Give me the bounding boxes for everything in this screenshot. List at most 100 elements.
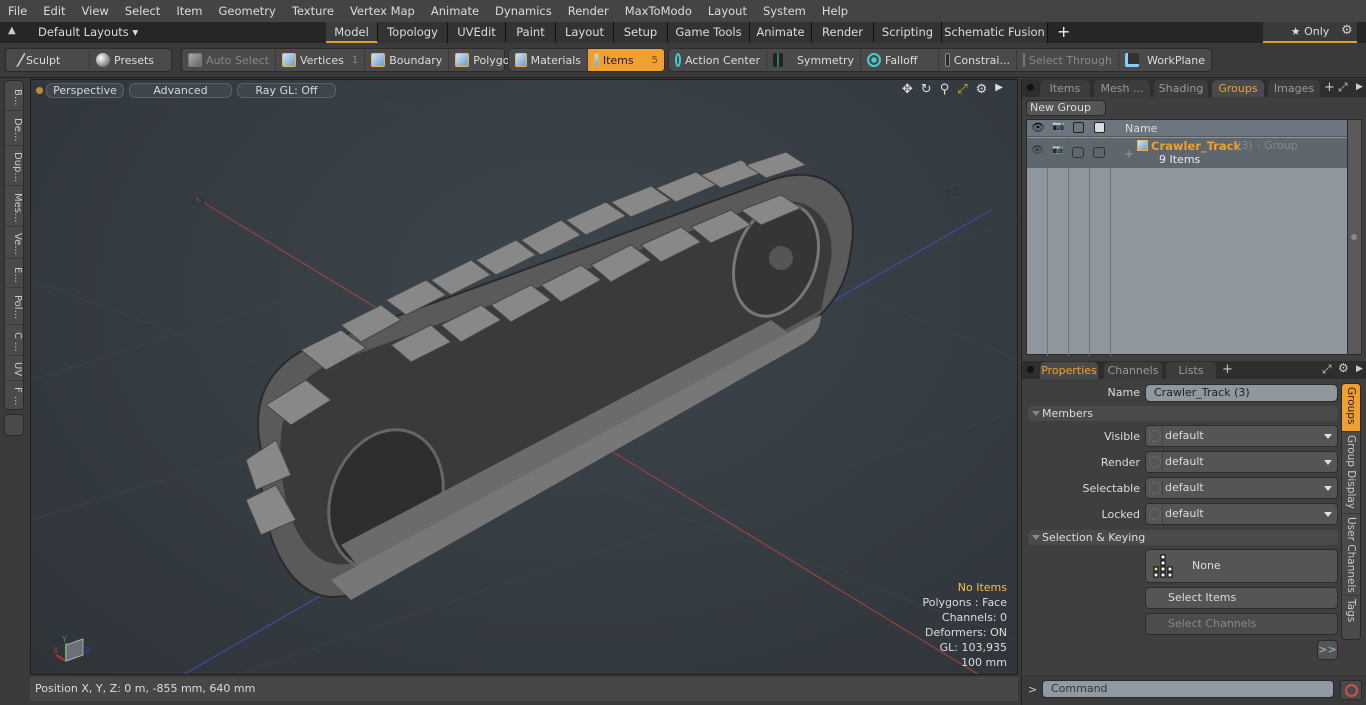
selection-keying-section[interactable]: Selection & Keying xyxy=(1028,530,1338,545)
left-tab-8[interactable]: C ... xyxy=(5,325,23,356)
auto-select-button[interactable]: Auto Select xyxy=(182,49,276,71)
tab-game-tools[interactable]: Game Tools xyxy=(668,22,750,43)
panel-arrow-icon[interactable]: ▶ xyxy=(1356,364,1363,374)
add-tab-icon[interactable]: + xyxy=(1324,80,1335,95)
lock-column-icon[interactable] xyxy=(1094,122,1105,133)
left-tab-1[interactable]: B... xyxy=(5,81,23,111)
add-tab-button[interactable]: + xyxy=(1057,22,1070,42)
viewport-menu-dot[interactable] xyxy=(36,87,43,94)
materials-button[interactable]: Materials xyxy=(509,49,588,71)
visibility-toggle-icon[interactable]: 👁 xyxy=(1031,145,1044,156)
advanced-button[interactable]: Advanced xyxy=(129,83,232,98)
side-tab-user-channels[interactable]: User Channels xyxy=(1342,514,1360,596)
tab-model[interactable]: Model xyxy=(326,22,378,43)
symmetry-button[interactable]: Symmetry xyxy=(767,49,861,71)
side-tab-groups[interactable]: Groups xyxy=(1342,384,1360,432)
menu-edit[interactable]: Edit xyxy=(35,4,73,18)
lock-toggle[interactable] xyxy=(1093,147,1105,158)
left-tab-3[interactable]: Dup... xyxy=(5,146,23,186)
items-button[interactable]: Items 5 xyxy=(588,49,664,71)
3d-viewport[interactable]: +X +Z Perspective Advanced Ray GL: Off ✥… xyxy=(30,79,1018,675)
left-tab-7[interactable]: Pol... xyxy=(5,288,23,325)
members-section[interactable]: Members xyxy=(1028,406,1338,421)
action-center-button[interactable]: Action Center xyxy=(669,49,767,71)
layout-select[interactable]: Default Layouts ▾ xyxy=(38,25,138,39)
new-group-button[interactable]: New Group xyxy=(1026,100,1106,116)
tab-schematic-fusion[interactable]: Schematic Fusion xyxy=(942,22,1048,43)
properties-gear-icon[interactable]: ⚙ xyxy=(1338,361,1349,375)
tab-shading[interactable]: Shading xyxy=(1154,80,1208,97)
group-row[interactable]: 👁 📷 + Crawler_Track (3) : Group 9 Items xyxy=(1027,138,1347,168)
tab-setup[interactable]: Setup xyxy=(614,22,668,43)
select-items-button[interactable]: Select Items xyxy=(1145,587,1338,609)
select-channels-button[interactable]: Select Channels xyxy=(1145,613,1338,635)
sculpt-button[interactable]: Sculpt xyxy=(6,49,90,71)
menu-texture[interactable]: Texture xyxy=(284,4,342,18)
tab-scripting[interactable]: Scripting xyxy=(874,22,942,43)
tab-topology[interactable]: Topology xyxy=(378,22,448,43)
tab-uvedit[interactable]: UVEdit xyxy=(448,22,506,43)
rotate-view-icon[interactable]: ↻ xyxy=(921,82,932,97)
menu-dynamics[interactable]: Dynamics xyxy=(487,4,560,18)
locked-select[interactable]: default xyxy=(1145,503,1338,525)
render-toggle-icon[interactable]: 📷 xyxy=(1052,145,1063,155)
select-column-icon[interactable] xyxy=(1073,122,1084,133)
tab-items[interactable]: Items xyxy=(1040,80,1090,97)
side-tab-group-display[interactable]: Group Display xyxy=(1342,432,1360,514)
falloff-button[interactable]: Falloff xyxy=(861,49,939,71)
tab-images[interactable]: Images xyxy=(1268,80,1320,97)
scroll-handle[interactable] xyxy=(1351,234,1357,240)
panel-menu-dot[interactable] xyxy=(1027,84,1034,91)
select-through-button[interactable]: Select Through xyxy=(1017,49,1119,71)
menu-maxtomodo[interactable]: MaxToModo xyxy=(617,4,700,18)
viewport-gear-icon[interactable]: ⚙ xyxy=(976,82,988,97)
menu-select[interactable]: Select xyxy=(117,4,168,18)
groups-scrollbar[interactable] xyxy=(1348,119,1362,355)
menu-system[interactable]: System xyxy=(755,4,814,18)
render-column-icon[interactable]: 📷 xyxy=(1052,121,1064,132)
constraints-button[interactable]: Constrai... xyxy=(939,49,1017,71)
add-tab-icon[interactable]: + xyxy=(1222,362,1233,377)
menu-item[interactable]: Item xyxy=(168,4,210,18)
expand-icon[interactable]: + xyxy=(1124,147,1134,161)
boundary-button[interactable]: Boundary xyxy=(365,49,450,71)
left-extra-tab[interactable] xyxy=(4,414,24,436)
left-tab-2[interactable]: De... xyxy=(5,111,23,146)
render-select[interactable]: default xyxy=(1145,451,1338,473)
tab-lists[interactable]: Lists xyxy=(1166,362,1216,379)
command-input[interactable]: Command xyxy=(1042,680,1334,698)
expand-panel-icon[interactable]: ⤢ xyxy=(1338,80,1348,95)
menu-view[interactable]: View xyxy=(74,4,117,18)
workplane-button[interactable]: WorkPlane xyxy=(1119,49,1211,71)
vertices-button[interactable]: Vertices 1 xyxy=(276,49,366,71)
menu-help[interactable]: Help xyxy=(814,4,856,18)
perspective-button[interactable]: Perspective xyxy=(46,83,124,98)
maximize-view-icon[interactable]: ⤢ xyxy=(957,82,967,97)
menu-vertex-map[interactable]: Vertex Map xyxy=(342,4,423,18)
tab-paint[interactable]: Paint xyxy=(506,22,556,43)
viewport-expand-icon[interactable]: ▶ xyxy=(995,82,1003,97)
menu-animate[interactable]: Animate xyxy=(423,4,487,18)
menu-file[interactable]: File xyxy=(0,4,35,18)
expand-panel-icon[interactable]: ⤢ xyxy=(1322,362,1332,377)
raygl-button[interactable]: Ray GL: Off xyxy=(237,83,336,98)
visible-select[interactable]: default xyxy=(1145,425,1338,447)
menu-layout[interactable]: Layout xyxy=(700,4,755,18)
menu-geometry[interactable]: Geometry xyxy=(211,4,284,18)
move-view-icon[interactable]: ✥ xyxy=(902,82,913,97)
tab-channels[interactable]: Channels xyxy=(1104,362,1162,379)
zoom-view-icon[interactable]: ⚲ xyxy=(940,82,950,97)
tab-animate[interactable]: Animate xyxy=(750,22,812,43)
left-tab-6[interactable]: E... xyxy=(5,259,23,288)
left-tab-10[interactable]: F ... xyxy=(5,381,23,408)
tab-groups[interactable]: Groups xyxy=(1212,80,1264,97)
tab-render[interactable]: Render xyxy=(812,22,874,43)
name-column-header[interactable]: Name xyxy=(1125,122,1157,135)
visibility-column-icon[interactable]: 👁 xyxy=(1031,121,1045,134)
panel-arrow-icon[interactable]: ▶ xyxy=(1356,82,1363,92)
crawler-track-model[interactable] xyxy=(245,151,854,600)
panel-menu-dot[interactable] xyxy=(1027,366,1034,373)
selectable-select[interactable]: default xyxy=(1145,477,1338,499)
left-tab-5[interactable]: Ve... xyxy=(5,227,23,259)
record-button[interactable] xyxy=(1340,680,1362,700)
